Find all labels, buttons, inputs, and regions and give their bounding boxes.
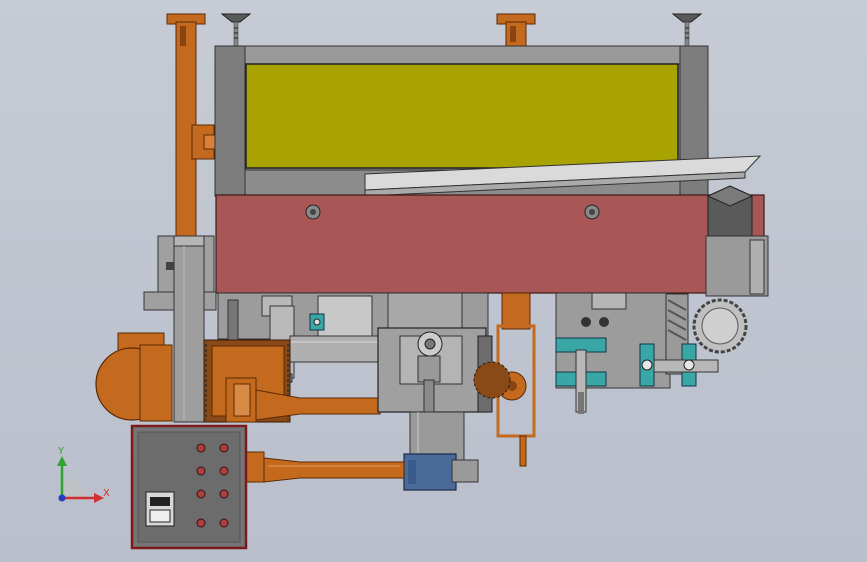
orange-support-post-center[interactable] xyxy=(496,13,536,51)
leveling-foot-right[interactable] xyxy=(671,13,703,47)
yellow-hopper-panel[interactable] xyxy=(245,63,679,169)
vertical-gray-pipe[interactable] xyxy=(173,235,205,423)
cad-viewport[interactable]: Y X xyxy=(0,0,867,562)
red-crossbeam[interactable] xyxy=(215,194,765,294)
coordinate-triad-icon: Y X xyxy=(57,446,110,503)
orange-drive-shaft-lower[interactable] xyxy=(245,451,405,483)
orange-drive-shaft-upper[interactable] xyxy=(225,377,381,423)
triad-y-label: Y xyxy=(57,446,65,457)
control-display-panel[interactable] xyxy=(145,491,175,527)
vertical-column[interactable] xyxy=(409,411,465,461)
orange-support-post-left[interactable] xyxy=(166,13,217,243)
sprocket-center[interactable] xyxy=(473,361,511,399)
machine-assembly-view[interactable]: Y X xyxy=(0,0,867,562)
teal-clamp-small[interactable] xyxy=(309,313,325,331)
leveling-foot-left[interactable] xyxy=(220,13,252,47)
blue-gear-motor[interactable] xyxy=(403,453,479,491)
central-gearbox[interactable] xyxy=(377,327,493,413)
spur-gear[interactable] xyxy=(692,298,748,354)
triad-x-label: X xyxy=(103,488,110,499)
electrical-control-box[interactable] xyxy=(130,424,248,550)
orange-motor-left[interactable] xyxy=(95,332,173,422)
